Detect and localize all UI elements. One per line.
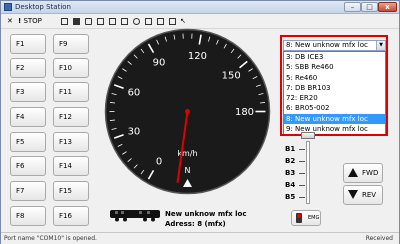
status-received: Received (365, 235, 393, 242)
function-button-f1[interactable]: F1 (10, 34, 46, 54)
loco-option[interactable]: 6: BR05-002 (284, 103, 385, 113)
function-button-f16[interactable]: F16 (53, 206, 89, 226)
gauge-direction-letter: N (185, 166, 191, 175)
slider-tick (299, 173, 305, 174)
loco-address: Adress: 8 (mfx) (165, 220, 226, 228)
gauge-tick-label: 120 (188, 51, 207, 62)
stop-label: STOP (23, 17, 42, 25)
slider-tick (299, 149, 305, 150)
close-all-icon[interactable]: ✕ (7, 17, 13, 26)
function-button-f11[interactable]: F11 (53, 82, 89, 102)
toolbar: ✕ ! STOP ↖ (1, 14, 399, 29)
loco-option[interactable]: 72: ER20 (284, 93, 385, 103)
monitor-icon[interactable] (145, 18, 152, 25)
arrow-down-icon (348, 190, 358, 199)
speed-slider-track[interactable] (306, 141, 310, 204)
loco-option[interactable]: 5: Re460 (284, 73, 385, 83)
settings-icon[interactable] (169, 18, 176, 25)
forward-button[interactable]: FWD (343, 163, 383, 183)
slider-tick (299, 161, 305, 162)
loco-option[interactable]: 7: DB BR103 (284, 83, 385, 93)
stop-button[interactable]: ! STOP (18, 17, 42, 26)
window-title: Desktop Station (15, 3, 71, 11)
loco-dropdown-list: 3: DB ICE3 5: SBB Re460 5: Re460 7: DB B… (283, 51, 386, 135)
accessory-b4[interactable]: B4 (285, 181, 295, 190)
maximize-button[interactable]: □ (361, 2, 378, 12)
sheet-icon[interactable] (109, 18, 116, 25)
accessory-b1[interactable]: B1 (285, 145, 295, 154)
function-button-f14[interactable]: F14 (53, 156, 89, 176)
function-button-f9[interactable]: F9 (53, 34, 89, 54)
function-button-f10[interactable]: F10 (53, 58, 89, 78)
emergency-label: EMG (308, 215, 320, 221)
loco-name: New unknow mfx loc (165, 210, 247, 218)
gauge-tick-label: 0 (156, 156, 162, 167)
panel-icon[interactable] (121, 18, 128, 25)
arrow-up-icon (348, 168, 358, 177)
stop-icon: ! (18, 17, 22, 25)
locomotive-icon (110, 210, 160, 222)
gauge-tick-label: 90 (153, 58, 166, 69)
accessory-b3[interactable]: B3 (285, 169, 295, 178)
loco-select[interactable]: 8: New unknow mfx loc ▼ (283, 40, 386, 51)
list-icon[interactable] (97, 18, 104, 25)
gauge-tick-label: 180 (235, 107, 254, 118)
loco-option[interactable]: 9: New unknow mfx loc (284, 124, 385, 134)
close-window-button[interactable]: x (378, 2, 397, 12)
signal-light-icon (296, 213, 302, 223)
layout-icon[interactable] (61, 18, 68, 25)
accessory-b5[interactable]: B5 (285, 193, 295, 202)
loco-option-selected[interactable]: 8: New unknow mfx loc (284, 113, 385, 125)
speed-gauge[interactable]: 0 30 60 90 120 150 180 km/h N (104, 28, 271, 195)
function-button-f7[interactable]: F7 (10, 181, 46, 201)
needle-hub (185, 109, 190, 114)
slider-tick (299, 185, 305, 186)
clock-icon[interactable] (133, 18, 140, 25)
function-button-f2[interactable]: F2 (10, 58, 46, 78)
app-icon (4, 3, 12, 11)
minimize-button[interactable]: – (344, 2, 361, 12)
gauge-tick-label: 150 (222, 70, 241, 81)
loco-option[interactable]: 3: DB ICE3 (284, 52, 385, 62)
function-button-f8[interactable]: F8 (10, 206, 46, 226)
grid-icon[interactable] (73, 18, 80, 25)
forward-label: FWD (362, 169, 379, 177)
gauge-tick-label: 60 (128, 88, 141, 99)
title-bar: Desktop Station – □ x (1, 1, 399, 14)
loco-select-value: 8: New unknow mfx loc (286, 41, 368, 49)
function-button-f6[interactable]: F6 (10, 156, 46, 176)
gauge-svg: 0306090120150180 km/h N (104, 28, 271, 195)
slider-tick (299, 197, 305, 198)
speed-slider-handle[interactable] (301, 132, 315, 139)
chevron-down-icon[interactable]: ▼ (376, 41, 385, 50)
function-button-f15[interactable]: F15 (53, 181, 89, 201)
table-icon[interactable] (85, 18, 92, 25)
app-window: Desktop Station – □ x ✕ ! STOP ↖ F1 F2 F… (0, 0, 400, 244)
map-icon[interactable] (157, 18, 164, 25)
accessory-b2[interactable]: B2 (285, 157, 295, 166)
function-button-f4[interactable]: F4 (10, 107, 46, 127)
reverse-button[interactable]: REV (343, 185, 383, 205)
function-button-f5[interactable]: F5 (10, 132, 46, 152)
function-button-f3[interactable]: F3 (10, 82, 46, 102)
emergency-stop-button[interactable]: EMG (291, 210, 321, 226)
gauge-tick-label: 30 (128, 126, 141, 137)
function-button-f12[interactable]: F12 (53, 107, 89, 127)
function-button-f13[interactable]: F13 (53, 132, 89, 152)
status-bar: Port name "COM10" is opened. Received (1, 232, 399, 244)
loco-option[interactable]: 5: SBB Re460 (284, 62, 385, 72)
cursor-icon[interactable]: ↖ (180, 17, 186, 26)
reverse-label: REV (362, 191, 377, 199)
status-message: Port name "COM10" is opened. (4, 235, 97, 242)
